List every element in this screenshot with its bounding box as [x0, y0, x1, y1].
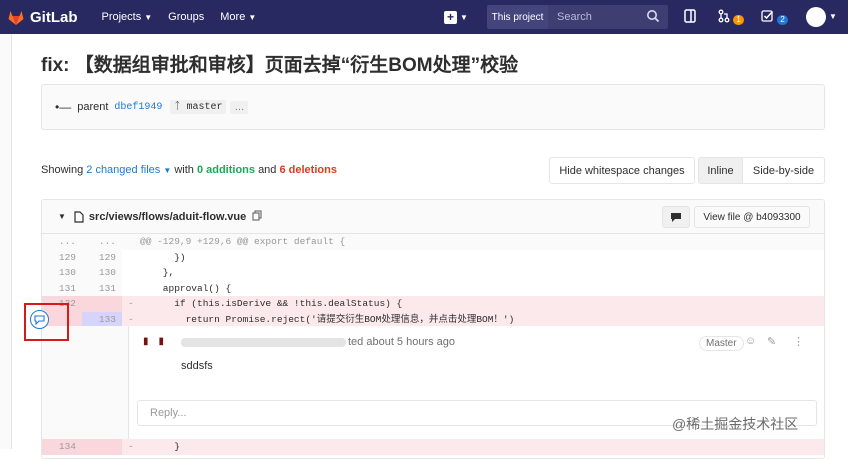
toggle-comments-button[interactable]	[662, 206, 690, 228]
code-text: return Promise.reject('请提交衍生BOM处理信息，并点击处…	[140, 313, 515, 325]
todos-count-badge: 2	[777, 14, 788, 25]
merge-request-icon	[718, 9, 730, 23]
inline-view-button[interactable]: Inline	[698, 157, 743, 184]
code-text: if (this.isDerive && !this.dealStatus) {	[140, 298, 403, 309]
tanuki-icon	[8, 10, 24, 25]
author-name-redacted	[181, 337, 346, 347]
top-navbar: GitLab Projects ▼ Groups More ▼ + ▼ This p…	[0, 0, 848, 34]
issues-count-badge: 1	[733, 14, 744, 25]
search-input[interactable]: Search	[548, 5, 668, 29]
additions-count: 0 additions	[196, 164, 255, 176]
branch-badge[interactable]: ᛏ master	[170, 100, 227, 114]
commit-info-box: •— parent dbef1949 ᛏ master …	[41, 84, 825, 130]
file-icon	[74, 210, 84, 223]
hunk-text: @@ -129,9 +129,6 @@ export default {	[140, 236, 346, 247]
code-text: approval() {	[140, 282, 232, 294]
diff-line-deleted: 132 - if (this.isDerive && !this.dealSta…	[42, 296, 824, 312]
role-badge: Master	[699, 336, 744, 351]
branch-label: master	[186, 102, 223, 113]
copy-path-icon[interactable]	[252, 209, 262, 224]
sidebar-collapsed	[0, 34, 12, 449]
commit-icon: •—	[55, 100, 72, 114]
old-line-number[interactable]: 134	[42, 439, 82, 455]
old-line-number[interactable]: 131	[42, 280, 82, 296]
code-text: })	[140, 251, 186, 263]
search-scope[interactable]: This project	[487, 5, 548, 29]
new-line-number[interactable]: 131	[82, 280, 122, 296]
code-text: },	[140, 267, 175, 278]
diff-line-deleted: 134 - }	[42, 439, 824, 455]
hide-whitespace-button[interactable]: Hide whitespace changes	[549, 157, 695, 184]
sidebar-toggle-icon[interactable]	[684, 9, 696, 26]
highlight-annotation	[24, 303, 69, 341]
diff-line: 131 131 approval() {	[42, 280, 824, 296]
note-body: sddsfs	[181, 360, 213, 372]
old-line-number[interactable]: ...	[42, 234, 82, 250]
note-header: ted about 5 hours ago	[181, 336, 455, 348]
collapse-caret-icon[interactable]: ▼	[58, 212, 66, 221]
chevron-down-icon: ▼	[460, 12, 468, 22]
changed-files-dropdown[interactable]: 2 changed files ▼	[86, 164, 171, 176]
chevron-down-icon: ▼	[144, 12, 153, 22]
new-line-number[interactable]	[82, 296, 122, 312]
todo-check-icon	[761, 10, 774, 22]
changed-files-label: 2 changed files	[86, 164, 161, 176]
file-path[interactable]: src/views/flows/aduit-flow.vue	[89, 211, 246, 223]
parent-sha-link[interactable]: dbef1949	[114, 102, 162, 113]
comment-icon	[671, 212, 681, 222]
plus-icon: +	[444, 10, 457, 24]
nav-projects-label: Projects	[101, 11, 142, 23]
with-label: with	[174, 164, 194, 176]
note-timestamp[interactable]: ted about 5 hours ago	[348, 336, 455, 348]
diff-line: 129 129 })	[42, 249, 824, 265]
code-text: }	[140, 441, 180, 452]
new-line-number[interactable]: 130	[82, 265, 122, 281]
chevron-down-icon: ▼	[248, 12, 257, 22]
view-file-button[interactable]: View file @ b4093300	[694, 206, 810, 228]
diff-line: 130 130 },	[42, 265, 824, 281]
commit-title: fix: 【数据组审批和审核】页面去掉“衍生BOM处理”校验	[41, 55, 519, 76]
watermark: @稀土掘金技术社区	[672, 416, 799, 432]
old-line-number[interactable]: 129	[42, 249, 82, 265]
more-actions-icon[interactable]: ⋮	[793, 335, 804, 348]
diff-lines: ... ... @@ -129,9 +129,6 @@ export defau…	[42, 234, 824, 327]
merge-requests-link[interactable]: 1	[718, 9, 744, 26]
diff-hunk-header: ... ... @@ -129,9 +129,6 @@ export defau…	[42, 234, 824, 250]
new-line-number[interactable]	[82, 439, 122, 455]
deletions-count: 6 deletions	[279, 164, 337, 176]
caret-down-icon: ▼	[163, 166, 172, 175]
file-header: ▼ src/views/flows/aduit-flow.vue View fi…	[42, 200, 824, 234]
diff-sign: -	[128, 441, 134, 452]
nav-projects[interactable]: Projects ▼	[102, 11, 153, 23]
side-by-side-button[interactable]: Side-by-side	[742, 157, 825, 184]
more-branches-button[interactable]: …	[230, 100, 249, 114]
search-icon	[647, 10, 660, 23]
user-avatar[interactable]	[806, 7, 826, 27]
nav-groups[interactable]: Groups	[168, 11, 204, 23]
showing-label: Showing	[41, 164, 84, 176]
nav-more[interactable]: More ▼	[220, 11, 256, 23]
smiley-icon[interactable]: ☺	[745, 335, 756, 347]
diff-sign: -	[128, 298, 134, 309]
branch-icon: ᛏ	[174, 102, 187, 113]
nav-groups-label: Groups	[168, 11, 205, 23]
and-label: and	[258, 164, 277, 176]
new-line-number[interactable]: ...	[82, 234, 122, 250]
gitlab-logo[interactable]: GitLab	[8, 9, 78, 26]
old-line-number[interactable]: 130	[42, 265, 82, 281]
edit-pencil-icon[interactable]: ✎	[767, 335, 776, 348]
diff-stats: Showing 2 changed files ▼ with 0 additio…	[41, 164, 337, 176]
new-line-number[interactable]: 133	[82, 311, 122, 327]
author-avatar: ▮▮	[143, 336, 175, 347]
nav-more-label: More	[220, 11, 246, 23]
chevron-down-icon: ▼	[829, 12, 837, 21]
todos-link[interactable]: 2	[761, 9, 788, 26]
new-dropdown-button[interactable]: + ▼	[444, 8, 472, 26]
diff-sign: -	[128, 313, 134, 325]
brand-name: GitLab	[30, 8, 78, 26]
parent-label: parent	[77, 101, 109, 113]
diff-line-deleted-selected: 133 - return Promise.reject('请提交衍生BOM处理信…	[42, 311, 824, 327]
new-line-number[interactable]: 129	[82, 249, 122, 265]
search-placeholder: Search	[557, 11, 592, 23]
